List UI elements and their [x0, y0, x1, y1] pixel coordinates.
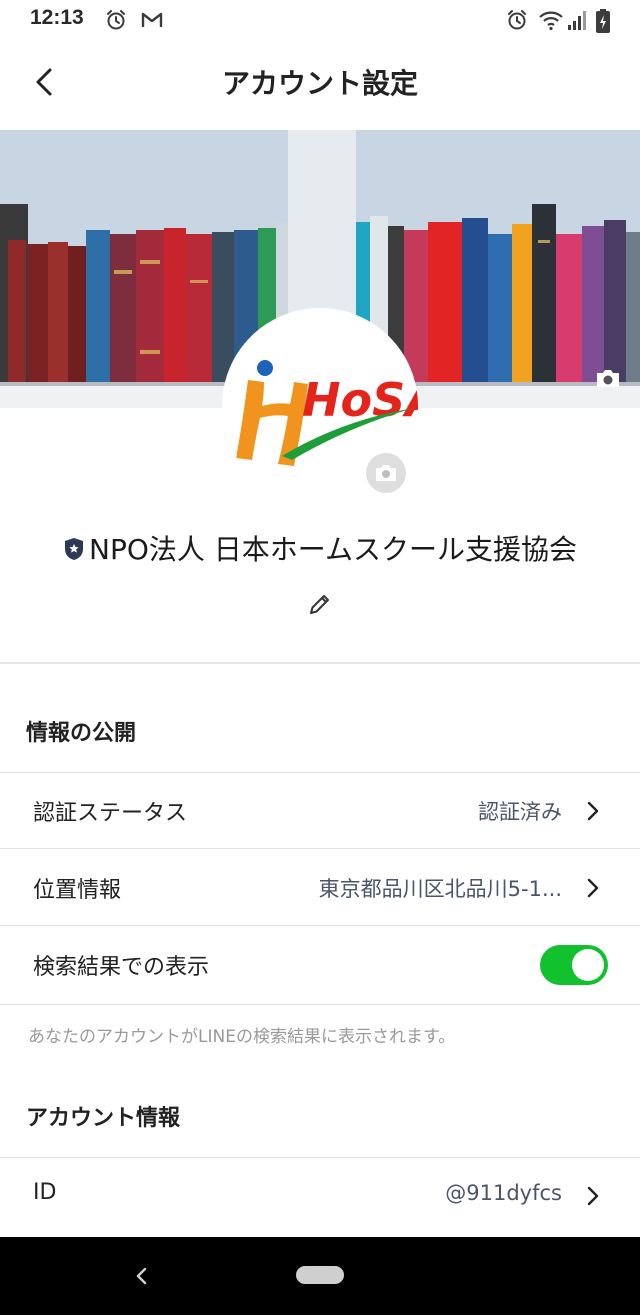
status-bar: 12:13: [0, 0, 640, 40]
row-account-id[interactable]: ID @911dyfcs: [0, 1158, 640, 1234]
avatar-camera-button[interactable]: [366, 453, 406, 493]
battery-icon: [596, 9, 610, 33]
section-title-account-info: アカウント情報: [26, 1106, 181, 1131]
account-name: NPO法人 日本ホームスクール支援協会: [0, 528, 640, 568]
signal-icon: [568, 11, 586, 30]
row-value: 認証済み: [478, 800, 562, 824]
row-divider: [0, 1004, 640, 1005]
logo-text: HoSA: [302, 373, 418, 427]
row-label: ID: [33, 1180, 57, 1205]
app-header: アカウント設定: [0, 40, 640, 130]
chevron-right-icon: [587, 801, 599, 821]
section-title-public-info: 情報の公開: [26, 721, 137, 746]
row-label: 位置情報: [33, 878, 122, 903]
search-visibility-toggle[interactable]: [540, 945, 608, 985]
status-time: 12:13: [30, 6, 84, 29]
chevron-right-icon: [587, 878, 599, 898]
cover-camera-icon[interactable]: [594, 366, 622, 390]
nav-home-pill[interactable]: [296, 1266, 344, 1284]
system-nav-bar: [0, 1237, 640, 1315]
alarm-icon: [107, 10, 125, 30]
row-label: 認証ステータス: [33, 801, 188, 826]
row-value: 東京都品川区北品川5-1...: [318, 877, 562, 901]
row-divider: [0, 925, 640, 926]
gmail-icon: [141, 12, 163, 27]
shield-star-icon: [65, 538, 84, 560]
row-search-visibility: 検索結果での表示: [0, 927, 640, 1005]
search-visibility-note: あなたのアカウントがLINEの検索結果に表示されます。: [28, 1027, 456, 1047]
row-divider: [0, 848, 640, 849]
wifi-icon: [539, 11, 563, 31]
row-value: @911dyfcs: [445, 1181, 562, 1205]
page-title: アカウント設定: [221, 67, 418, 100]
row-location[interactable]: 位置情報 東京都品川区北品川5-1...: [0, 850, 640, 926]
section-divider: [0, 662, 640, 664]
chevron-right-icon: [587, 1186, 599, 1206]
row-verification-status[interactable]: 認証ステータス 認証済み: [0, 773, 640, 849]
nav-back-icon[interactable]: [132, 1265, 152, 1287]
row-label: 検索結果での表示: [33, 955, 210, 980]
toggle-knob: [572, 949, 604, 981]
pencil-icon[interactable]: [306, 590, 334, 618]
alarm-icon: [508, 10, 526, 30]
camera-icon: [376, 465, 396, 481]
account-name-text: NPO法人 日本ホームスクール支援協会: [89, 533, 577, 566]
